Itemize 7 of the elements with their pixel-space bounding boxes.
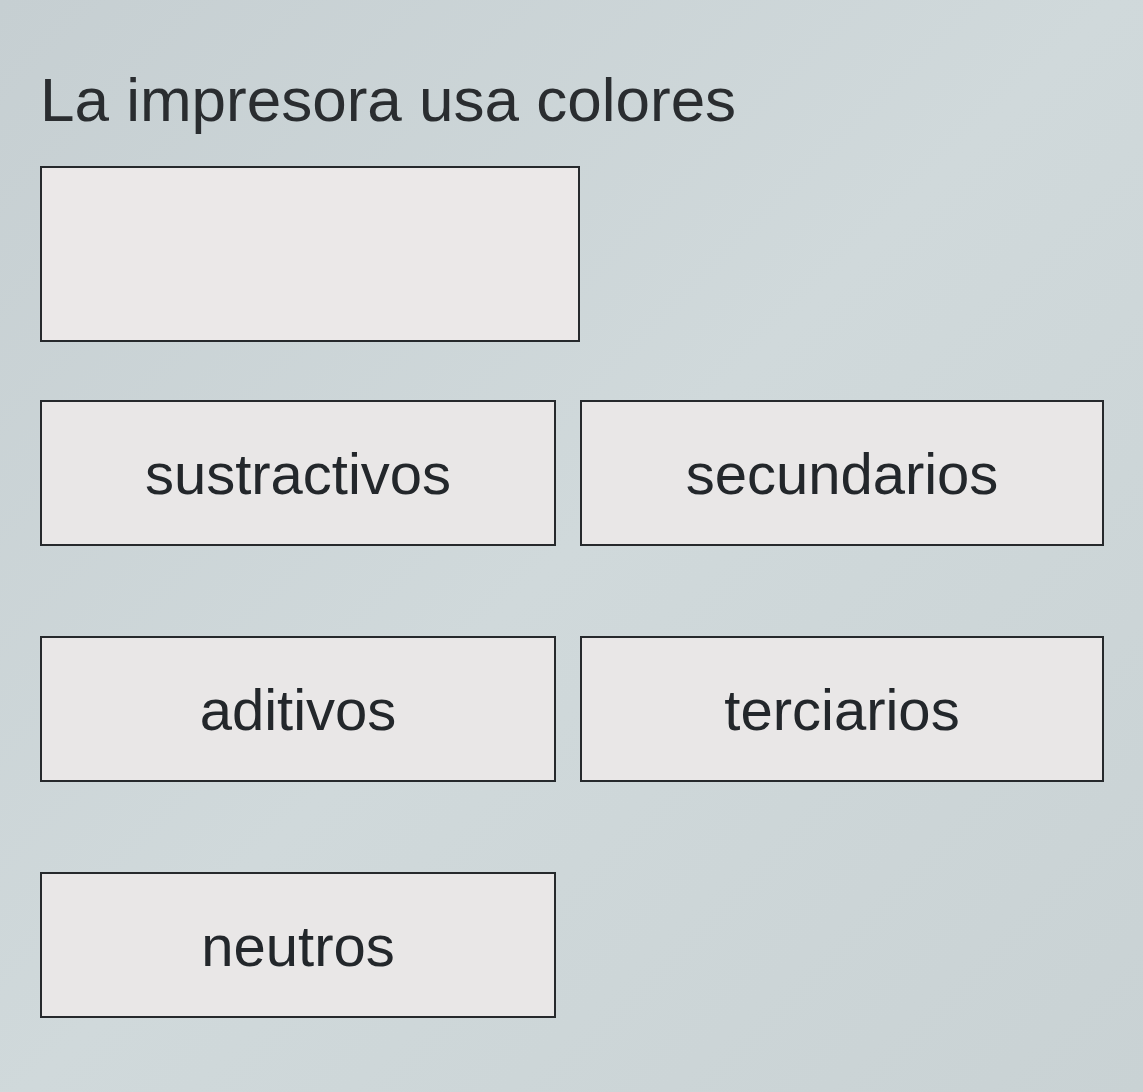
- answer-option-button[interactable]: secundarios: [580, 400, 1104, 546]
- question-text: La impresora usa colores: [40, 64, 738, 136]
- answer-option-button[interactable]: sustractivos: [40, 400, 556, 546]
- answer-option-button[interactable]: neutros: [40, 872, 556, 1018]
- answer-option-button[interactable]: aditivos: [40, 636, 556, 782]
- answer-box[interactable]: [40, 166, 580, 342]
- answer-option-button[interactable]: terciarios: [580, 636, 1104, 782]
